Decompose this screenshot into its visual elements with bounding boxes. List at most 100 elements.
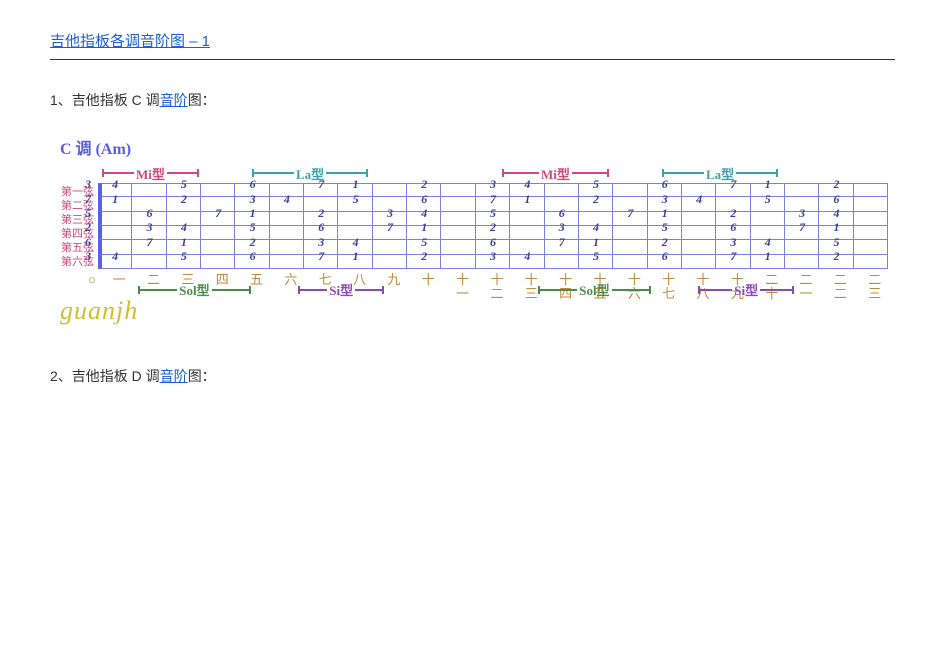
fret-note: 5 [765, 193, 771, 205]
fret-note: 1 [765, 178, 771, 190]
fret-note: 4 [181, 221, 187, 233]
fret-note: 2 [593, 193, 599, 205]
fret-note: 2 [421, 250, 427, 262]
fret-note: 6 [250, 250, 256, 262]
fret-note: 4 [524, 250, 530, 262]
fret-note: 1 [250, 207, 256, 219]
pattern-bracket-sol: Sol型 [538, 280, 650, 299]
fret-note: 1 [593, 236, 599, 248]
fret-note: 1 [181, 236, 187, 248]
fret-note: 2 [250, 236, 256, 248]
fret-note: 4 [765, 236, 771, 248]
fret-note: 1 [662, 207, 668, 219]
fret-note: 7 [490, 193, 496, 205]
fretboard-diagram-c: C 调 (Am) Mi型La型Mi型La型 第一弦第二弦第三弦第四弦第五弦第六弦… [50, 135, 895, 326]
fret-note: 1 [112, 193, 118, 205]
fret-note: 6 [147, 207, 153, 219]
fret-note: 1 [421, 221, 427, 233]
fret-note: 7 [730, 178, 736, 190]
fret-note: 5 [490, 207, 496, 219]
fret-note: 7 [318, 178, 324, 190]
pattern-bracket-la: La型 [662, 164, 778, 183]
fret-note: 1 [353, 178, 359, 190]
fret-note: 5 [593, 250, 599, 262]
fret-note: 6 [318, 221, 324, 233]
pattern-bracket-si: Si型 [698, 280, 794, 299]
fret-note: 2 [730, 207, 736, 219]
open-note: 2 [85, 221, 91, 233]
fret-note: 6 [662, 250, 668, 262]
fret-note: 4 [696, 193, 702, 205]
fret-note: 3 [387, 207, 393, 219]
fret-note: 7 [799, 221, 805, 233]
pattern-label: Mi型 [134, 164, 167, 183]
fret-note: 3 [490, 178, 496, 190]
title-bar: 吉他指板各调音阶图 – 1 [50, 30, 895, 60]
fretboard-grid: 3 7 5 2 6 3 4 5 6 7 1 2 3 4 5 6 7 1 2 1 2 3 4 5 6 7 1 2 3 4 5 6 6 7 1 2 3 4 5 6… [98, 183, 888, 269]
fret-note: 4 [112, 250, 118, 262]
fret-label: 二 二 [823, 273, 857, 302]
fret-note: 1 [524, 193, 530, 205]
fret-note: 1 [765, 250, 771, 262]
section-2-suffix: 图： [188, 368, 216, 384]
fret-note: 2 [662, 236, 668, 248]
fret-note: 7 [215, 207, 221, 219]
bottom-pattern-brackets: Sol型Si型Sol型Si型 [138, 280, 234, 300]
fret-note: 1 [353, 250, 359, 262]
fret-note: 7 [627, 207, 633, 219]
fret-note: 3 [147, 221, 153, 233]
fret-note: 3 [730, 236, 736, 248]
fret-note: 5 [181, 250, 187, 262]
scale-link-2[interactable]: 音阶 [160, 368, 188, 384]
fret-note: 5 [833, 236, 839, 248]
fret-note: 6 [250, 178, 256, 190]
fret-note: 4 [833, 207, 839, 219]
fret-note: 1 [833, 221, 839, 233]
section-2-prefix: 2、吉他指板 D 调 [50, 368, 160, 384]
fret-note: 4 [284, 193, 290, 205]
key-label: C 调 (Am) [50, 135, 895, 159]
fret-note: 4 [421, 207, 427, 219]
open-note: 6 [85, 236, 91, 248]
fret-note: 4 [593, 221, 599, 233]
page-title-link[interactable]: 吉他指板各调音阶图 – 1 [50, 33, 210, 50]
fret-note: 6 [421, 193, 427, 205]
watermark: guanjh [50, 296, 138, 326]
section-1-prefix: 1、吉他指板 C 调 [50, 92, 160, 108]
pattern-bracket-sol: Sol型 [138, 280, 250, 299]
scale-link-1[interactable]: 音阶 [160, 92, 188, 108]
fret-note: 2 [490, 221, 496, 233]
fret-note: 3 [662, 193, 668, 205]
fret-note: 6 [730, 221, 736, 233]
fret-label: 二 三 [858, 273, 892, 302]
fret-note: 2 [421, 178, 427, 190]
fret-note: 7 [730, 250, 736, 262]
fret-note: 7 [387, 221, 393, 233]
fret-note: 3 [318, 236, 324, 248]
fret-note: 6 [559, 207, 565, 219]
fret-label: 十 二 [480, 273, 514, 302]
section-1-heading: 1、吉他指板 C 调音阶图： [50, 90, 895, 110]
fret-note: 6 [833, 193, 839, 205]
pattern-label: Si型 [327, 280, 355, 299]
open-note: 7 [85, 193, 91, 205]
open-note: 5 [85, 207, 91, 219]
pattern-bracket-la: La型 [252, 164, 368, 183]
open-note: 3 [85, 178, 91, 190]
pattern-label: Sol型 [577, 280, 611, 299]
fret-note: 3 [559, 221, 565, 233]
fret-note: 2 [833, 250, 839, 262]
fret-label: 十 [411, 273, 445, 302]
fret-note: 3 [799, 207, 805, 219]
section-2-heading: 2、吉他指板 D 调音阶图： [50, 366, 895, 386]
fret-note: 4 [112, 178, 118, 190]
fret-label: 十 七 [652, 273, 686, 302]
fret-label: 十 一 [445, 273, 479, 302]
fret-note: 5 [662, 221, 668, 233]
pattern-bracket-si: Si型 [298, 280, 384, 299]
fret-note: 3 [490, 250, 496, 262]
open-note: 3 [85, 250, 91, 262]
fret-note: 3 [250, 193, 256, 205]
fret-note: 5 [353, 193, 359, 205]
fret-note: 5 [421, 236, 427, 248]
